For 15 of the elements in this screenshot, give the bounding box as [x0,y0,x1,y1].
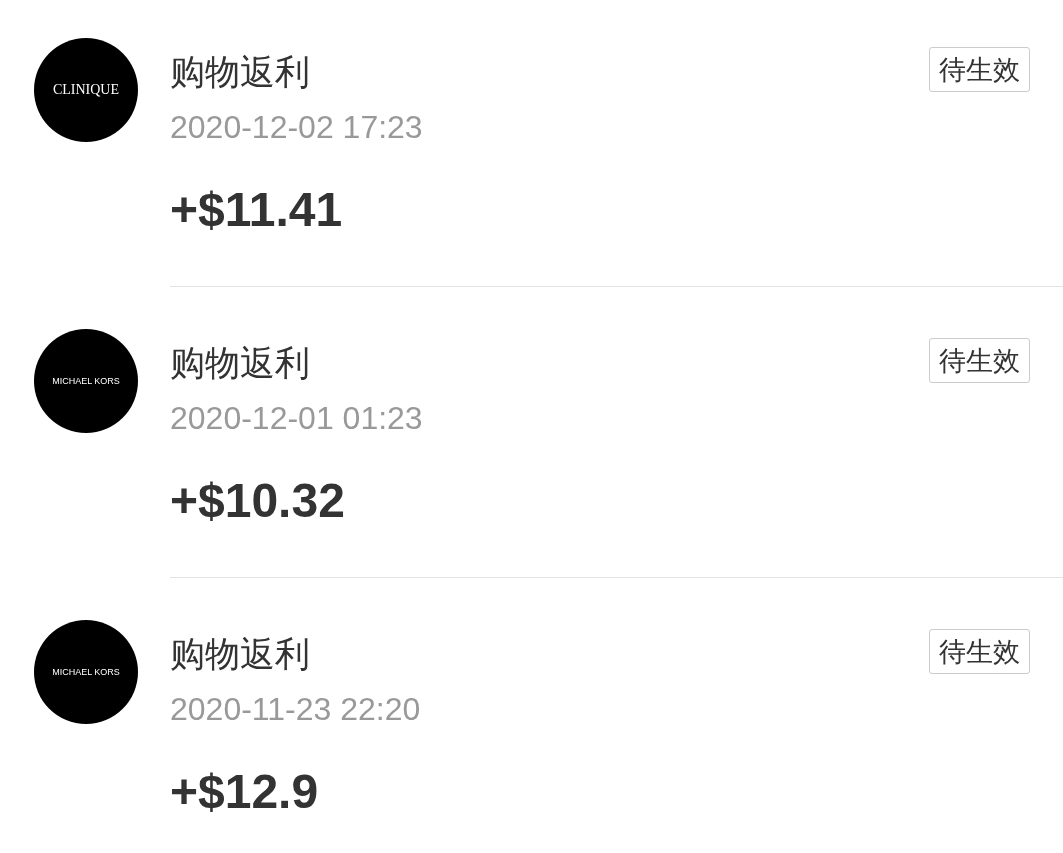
record-time: 2020-12-01 01:23 [170,399,424,438]
record-time: 2020-12-02 17:23 [170,108,424,147]
status-badge: 待生效 [929,629,1030,674]
record-time: 2020-11-23 22:20 [170,690,422,729]
logo-text: CLINIQUE [52,82,120,98]
logo-text: MICHAEL KORS [52,376,120,386]
record-amount: +$11.41 [170,182,344,238]
record-title: 购物返利 [170,51,310,94]
record-amount: +$10.32 [170,473,346,529]
status-badge: 待生效 [929,47,1030,92]
record-title: 购物返利 [170,633,310,676]
record-title: 购物返利 [170,342,310,385]
record-amount: +$12.9 [170,764,320,820]
logo-text: MICHAEL KORS [52,667,120,677]
status-badge: 待生效 [929,338,1030,383]
